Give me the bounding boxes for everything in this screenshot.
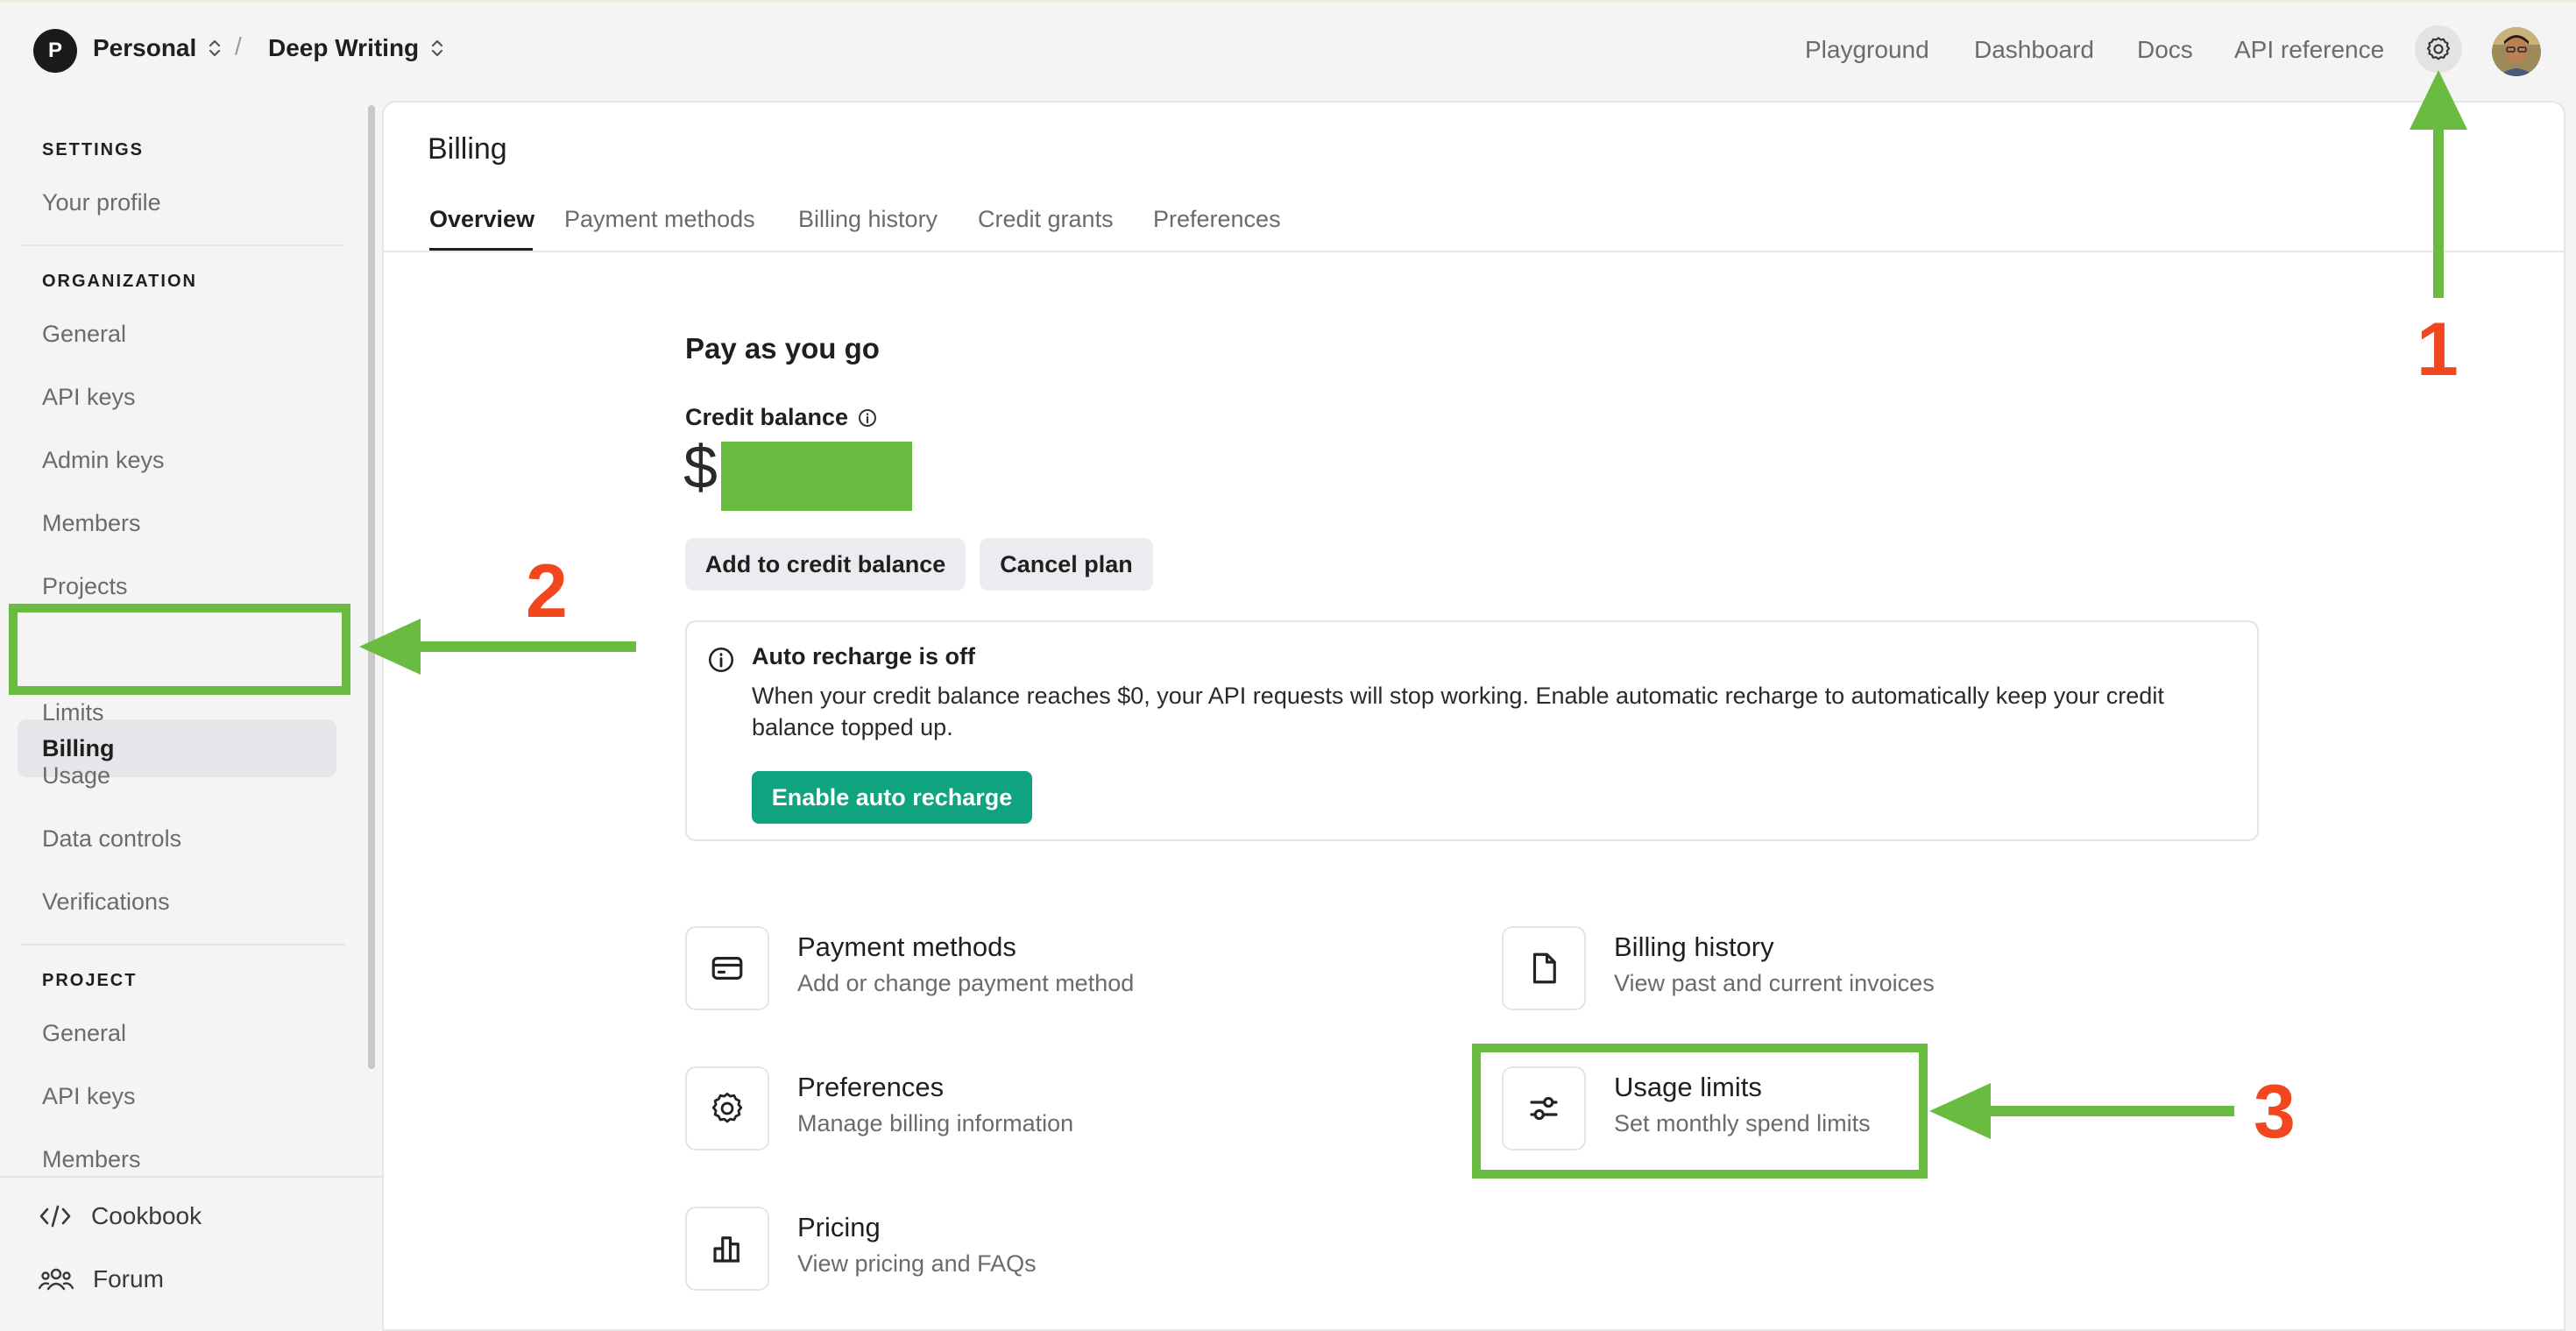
people-icon (39, 1268, 74, 1291)
credit-balance-text: Credit balance (685, 404, 849, 430)
info-icon[interactable] (857, 407, 878, 428)
credit-card-icon (711, 957, 743, 980)
sidebar-item-members[interactable]: Members (42, 510, 141, 537)
card-subtitle: View pricing and FAQs (797, 1250, 1037, 1277)
footer-label: Forum (93, 1265, 164, 1292)
tab-credit-grants[interactable]: Credit grants (978, 206, 1114, 233)
sidebar-heading-organization: ORGANIZATION (42, 272, 197, 291)
footer-label: Cookbook (91, 1202, 202, 1229)
highlight-usage-limits (1472, 1044, 1928, 1179)
info-icon (708, 647, 734, 673)
sidebar-item-project-api-keys[interactable]: API keys (42, 1083, 136, 1110)
org-switcher[interactable]: Personal (93, 34, 221, 62)
plan-heading: Pay as you go (685, 332, 880, 365)
footer-link-forum[interactable]: Forum (39, 1265, 164, 1293)
tab-preferences[interactable]: Preferences (1153, 206, 1281, 233)
sidebar-item-your-profile[interactable]: Your profile (42, 189, 161, 216)
auto-recharge-notice: Auto recharge is off When your credit ba… (685, 620, 2259, 841)
settings-button[interactable] (2415, 25, 2462, 73)
card-icon-box (1502, 926, 1586, 1010)
card-subtitle: Manage billing information (797, 1110, 1074, 1136)
card-title: Payment methods (797, 931, 1016, 962)
sidebar-item-data-controls[interactable]: Data controls (42, 825, 181, 853)
sidebar-item-limits[interactable]: Limits (42, 699, 104, 726)
gear-icon (711, 1092, 743, 1123)
sidebar-item-general[interactable]: General (42, 321, 126, 348)
bar-chart-icon (713, 1236, 740, 1263)
credit-currency: $ (683, 433, 718, 501)
card-subtitle: View past and current invoices (1614, 970, 1935, 996)
chevron-updown-icon (209, 39, 221, 57)
add-credit-button[interactable]: Add to credit balance (685, 538, 966, 591)
sidebar-item-projects[interactable]: Projects (42, 573, 128, 600)
sidebar-footer: Cookbook Forum (0, 1176, 382, 1316)
sidebar-scrollbar[interactable] (368, 105, 375, 1069)
annotation-number-3: 3 (2254, 1070, 2296, 1154)
card-preferences[interactable]: Preferences Manage billing information (685, 1066, 1386, 1154)
highlight-billing (9, 604, 350, 695)
card-icon-box (685, 1066, 769, 1150)
tab-divider (384, 251, 2564, 252)
sidebar-divider (21, 944, 345, 945)
sidebar-heading-settings: SETTINGS (42, 140, 145, 159)
card-subtitle: Add or change payment method (797, 970, 1135, 996)
org-name: Personal (93, 34, 197, 61)
sidebar: SETTINGS Your profile ORGANIZATION Gener… (0, 101, 361, 1314)
sidebar-heading-project: PROJECT (42, 971, 138, 990)
sidebar-item-project-members[interactable]: Members (42, 1146, 141, 1173)
project-switcher[interactable]: Deep Writing (268, 34, 443, 62)
sidebar-item-admin-keys[interactable]: Admin keys (42, 447, 165, 474)
card-icon-box (685, 1207, 769, 1291)
nav-dashboard[interactable]: Dashboard (1974, 36, 2094, 64)
sidebar-item-usage[interactable]: Usage (42, 762, 110, 789)
card-title: Pricing (797, 1212, 881, 1243)
page-title: Billing (428, 132, 507, 166)
nav-docs[interactable]: Docs (2137, 36, 2193, 64)
nav-api-reference[interactable]: API reference (2234, 36, 2384, 64)
breadcrumb-separator: / (235, 32, 242, 60)
credit-amount-redacted (721, 442, 912, 511)
card-payment-methods[interactable]: Payment methods Add or change payment me… (685, 926, 1386, 1014)
tab-payment-methods[interactable]: Payment methods (564, 206, 755, 233)
user-avatar-icon (2492, 27, 2541, 76)
annotation-number-2: 2 (526, 549, 568, 634)
notice-title: Auto recharge is off (752, 643, 976, 669)
card-title: Billing history (1614, 931, 1774, 962)
top-bar: P Personal / Deep Writing Playground Das… (0, 3, 2576, 101)
document-icon (1532, 952, 1556, 984)
card-billing-history[interactable]: Billing history View past and current in… (1502, 926, 2203, 1014)
sidebar-item-label: Billing (42, 734, 115, 761)
sidebar-item-api-keys[interactable]: API keys (42, 384, 136, 411)
gear-icon (2426, 37, 2451, 60)
cancel-plan-button[interactable]: Cancel plan (980, 538, 1153, 591)
sidebar-item-verifications[interactable]: Verifications (42, 889, 170, 916)
footer-link-cookbook[interactable]: Cookbook (39, 1202, 202, 1230)
org-avatar[interactable]: P (33, 29, 77, 73)
project-name: Deep Writing (268, 34, 420, 61)
notice-body: When your credit balance reaches $0, you… (752, 683, 2164, 740)
enable-auto-recharge-button[interactable]: Enable auto recharge (752, 771, 1032, 824)
tab-overview[interactable]: Overview (429, 206, 534, 233)
chevron-updown-icon (432, 39, 443, 57)
user-avatar[interactable] (2492, 27, 2541, 76)
annotation-number-1: 1 (2417, 308, 2459, 392)
nav-playground[interactable]: Playground (1805, 36, 1929, 64)
sidebar-divider (21, 244, 345, 246)
code-icon (39, 1205, 71, 1228)
card-title: Preferences (797, 1072, 945, 1102)
tab-billing-history[interactable]: Billing history (798, 206, 938, 233)
card-pricing[interactable]: Pricing View pricing and FAQs (685, 1207, 1386, 1294)
sidebar-item-project-general[interactable]: General (42, 1020, 126, 1047)
credit-balance-label: Credit balance (685, 404, 878, 431)
card-icon-box (685, 926, 769, 1010)
